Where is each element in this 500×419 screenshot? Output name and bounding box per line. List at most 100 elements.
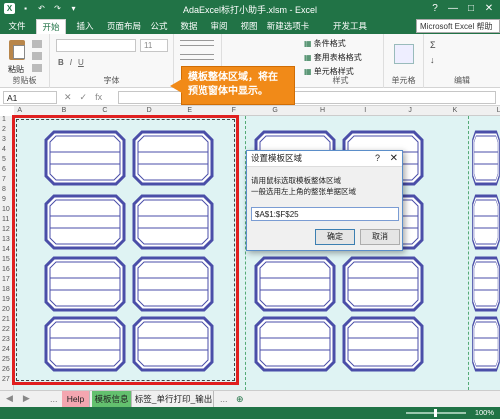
font-name-input[interactable] [56,39,136,52]
row-header[interactable]: 8 [2,186,6,193]
annotation-callout: 模板整体区域，将在 预览窗体中显示。 [170,66,295,105]
tab-formulas[interactable]: 公式 [146,19,172,34]
row-header[interactable]: 27 [2,376,10,383]
row-header[interactable]: 23 [2,336,10,343]
selected-range-border [16,119,235,381]
tab-insert[interactable]: 插入 [70,19,100,34]
row-header[interactable]: 24 [2,346,10,353]
cancel-formula-icon[interactable]: ✕ [64,91,72,104]
autosum-icon[interactable]: Σ [430,40,436,50]
conditional-format-button[interactable]: 条件格式 [304,38,362,49]
cancel-button[interactable]: 取消 [360,229,400,245]
column-header[interactable]: H [320,106,325,116]
sheet-tab-help[interactable]: Help [62,391,90,407]
styles-group: 条件格式 套用表格格式 单元格样式 样式 [298,34,384,88]
tab-review[interactable]: 审阅 [206,19,232,34]
range-input[interactable]: $A$1:$F$25 [251,207,399,221]
cells-group: 单元格 [384,34,424,88]
row-header[interactable]: 3 [2,136,6,143]
set-template-range-dialog: 设置模板区域 ? ✕ 请用鼠标选取模板整体区域 一般选用左上角的整张单据区域 $… [246,150,403,251]
help-button[interactable]: ? [426,0,444,18]
formula-buttons: ✕ ✓ fx [64,91,102,104]
font-size-input[interactable]: 11 [140,39,168,52]
callout-line-1: 模板整体区域，将在 [188,72,278,83]
row-header[interactable]: 17 [2,276,10,283]
paste-label[interactable]: 粘贴 [8,64,24,75]
align-center-icon[interactable] [180,54,214,60]
row-header[interactable]: 12 [2,226,10,233]
add-sheet-icon[interactable]: ⊕ [236,391,244,407]
label-frame [342,256,424,312]
enter-formula-icon[interactable]: ✓ [80,91,88,104]
sheet-tab-template-info[interactable]: 模板信息 [92,391,132,407]
row-header[interactable]: 26 [2,366,10,373]
row-header[interactable]: 19 [2,296,10,303]
zoom-slider[interactable] [406,409,466,417]
format-painter-icon[interactable] [32,64,42,72]
minimize-button[interactable]: — [444,0,462,18]
more-sheets-right[interactable]: ... [220,391,228,407]
font-style-row: B I U [58,58,84,67]
cells-icon[interactable] [394,44,414,64]
row-header[interactable]: 18 [2,286,10,293]
row-header[interactable]: 9 [2,196,6,203]
underline-button[interactable]: U [78,58,84,67]
bold-button[interactable]: B [58,58,64,67]
row-header[interactable]: 15 [2,256,10,263]
row-header[interactable]: 20 [2,306,10,313]
column-header[interactable]: J [408,106,412,116]
row-header[interactable]: 13 [2,236,10,243]
cut-icon[interactable] [32,40,42,48]
italic-button[interactable]: I [70,58,72,67]
more-sheets-left[interactable]: ... [50,391,58,407]
paste-icon[interactable] [6,38,28,62]
column-header[interactable]: I [364,106,366,116]
close-button[interactable]: ✕ [480,0,498,18]
help-search-input[interactable]: Microsoft Excel 帮助 [416,19,500,33]
row-header[interactable]: 10 [2,206,10,213]
row-header[interactable]: 21 [2,316,10,323]
window-controls: ? — □ ✕ [426,0,498,18]
tab-new[interactable]: 新建选项卡 [266,19,310,34]
copy-icon[interactable] [32,52,42,60]
tab-developer[interactable]: 开发工具 [330,19,370,34]
row-header[interactable]: 11 [2,216,9,223]
row-header[interactable]: 25 [2,356,10,363]
row-header[interactable]: 4 [2,146,6,153]
insert-function-icon[interactable]: fx [95,91,102,104]
dialog-help-icon[interactable]: ? [375,151,380,166]
tab-data[interactable]: 数据 [176,19,202,34]
zoom-level[interactable]: 100% [475,407,494,419]
format-as-table-button[interactable]: 套用表格格式 [304,52,362,63]
styles-group-label: 样式 [332,76,349,85]
row-header[interactable]: 5 [2,156,6,163]
row-header[interactable]: 2 [2,126,6,133]
prev-sheet-icon[interactable]: ◀ [6,393,13,404]
tab-home[interactable]: 开始 [36,19,66,34]
row-header[interactable]: 7 [2,176,6,183]
row-header[interactable]: 6 [2,166,6,173]
label-frame [472,130,500,186]
dialog-instruction-1: 请用鼠标选取模板整体区域 [251,176,341,185]
ok-button[interactable]: 确定 [315,229,355,245]
tab-file[interactable]: 文件 [0,19,34,34]
fill-icon[interactable]: ↓ [430,55,436,65]
label-frame [472,194,500,250]
row-header[interactable]: 22 [2,326,10,333]
sheet-tab-bar: ◀ ▶ ... Help 模板信息 标签_单行打印_输出 ... ⊕ [0,390,500,407]
dialog-close-icon[interactable]: ✕ [390,151,398,166]
title-bar: X ▪ ↶ ↷ ▾ AdaExcel标打小助手.xlsm - Excel ? —… [0,0,500,18]
tab-page-layout[interactable]: 页面布局 [102,19,146,34]
align-top-icon[interactable] [180,40,214,46]
next-sheet-icon[interactable]: ▶ [23,393,30,404]
tab-view[interactable]: 视图 [236,19,262,34]
row-header[interactable]: 1 [2,116,6,123]
name-box[interactable]: A1 [3,91,57,104]
column-header[interactable]: G [272,106,277,116]
column-header[interactable]: K [453,106,458,116]
row-header[interactable]: 14 [2,246,10,253]
editing-group: Σ ↓ 编辑 [424,34,500,88]
sheet-tab-label-print-output[interactable]: 标签_单行打印_输出 [134,391,214,407]
maximize-button[interactable]: □ [462,0,480,18]
row-header[interactable]: 16 [2,266,10,273]
